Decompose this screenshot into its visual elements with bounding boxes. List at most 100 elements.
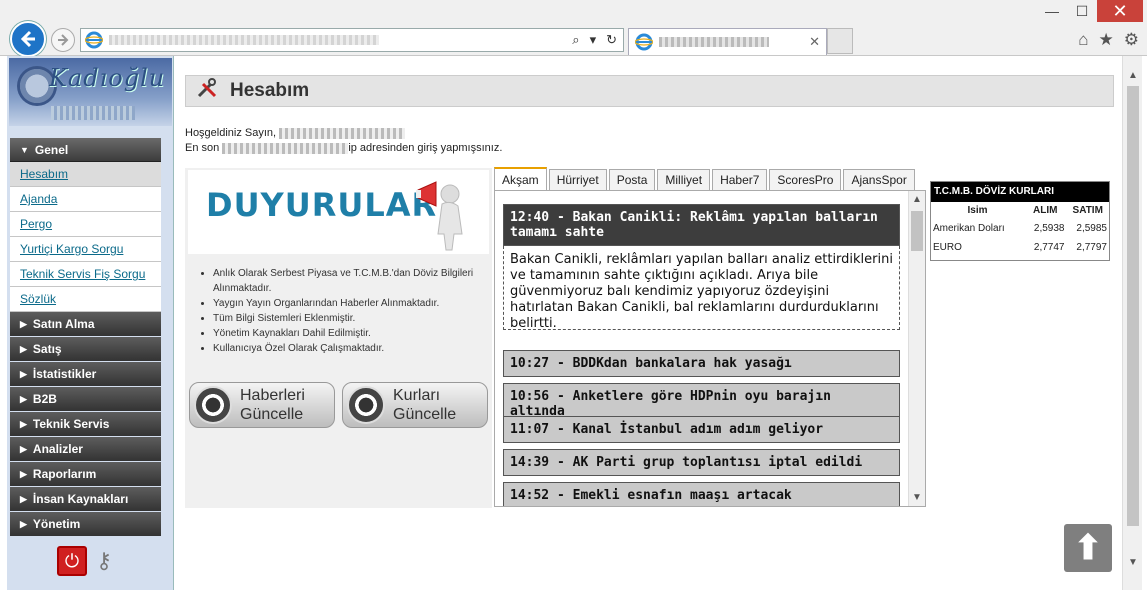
logo-text: Kadıoğlu — [49, 64, 166, 92]
sidebar-section-teknik-servis[interactable]: ▶ Teknik Servis — [10, 412, 161, 437]
news-scrollbar[interactable]: ▲ ▼ — [908, 191, 925, 506]
tab-posta[interactable]: Posta — [608, 169, 656, 190]
sidebar-section-satis[interactable]: ▶ Satış — [10, 337, 161, 362]
scroll-up-icon[interactable]: ▲ — [1128, 70, 1138, 81]
tab-milliyet[interactable]: Milliyet — [657, 169, 711, 190]
column-header: ALIM — [1033, 205, 1058, 216]
sidebar-section-istatistikler[interactable]: ▶ İstatistikler — [10, 362, 161, 387]
triangle-right-icon: ▶ — [20, 518, 27, 529]
browser-tools: ⌂ ★ ⚙ — [1078, 30, 1139, 50]
keys-icon[interactable]: ⚷ — [91, 546, 117, 576]
sell-rate: 2,7797 — [1076, 242, 1107, 253]
minimize-button[interactable]: — — [1037, 0, 1067, 22]
section-label: Analizler — [32, 442, 83, 456]
url-text — [109, 35, 379, 45]
tab-title — [659, 37, 769, 47]
forward-button[interactable] — [51, 28, 75, 52]
currency-title: T.C.M.B. DÖVİZ KURLARI — [931, 182, 1109, 202]
maximize-button[interactable]: ☐ — [1067, 0, 1097, 22]
triangle-right-icon: ▶ — [20, 493, 27, 504]
section-label: Teknik Servis — [32, 417, 110, 431]
section-label: Raporlarım — [32, 467, 97, 481]
scroll-up-icon[interactable]: ▲ — [912, 194, 922, 205]
button-label: Haberleri — [240, 387, 305, 404]
tab-aksam[interactable]: Akşam — [494, 167, 547, 190]
currency-name: Amerikan Doları — [933, 223, 1005, 234]
scroll-thumb[interactable] — [1127, 86, 1139, 526]
scroll-to-top-button[interactable]: ⬆ — [1064, 524, 1112, 572]
page-title: Hesabım — [230, 80, 310, 101]
section-label: Genel — [34, 142, 69, 157]
news-item-open[interactable]: 12:40 - Bakan Canikli: Reklâmı yapılan b… — [503, 204, 900, 246]
main-content: Hesabım Hoşgeldiniz Sayın, En son ip adr… — [176, 56, 1121, 590]
favorites-icon[interactable]: ★ — [1099, 30, 1114, 50]
news-item-body: Bakan Canikli, reklâmları yapılan ballar… — [503, 246, 900, 331]
currency-rates: Isim ALIM SATIM Amerikan Doları 2,5938 2… — [931, 202, 1109, 257]
refresh-circle-icon — [194, 386, 232, 424]
section-label: B2B — [32, 392, 57, 406]
button-label: Güncelle — [393, 406, 457, 423]
update-rates-button[interactable]: Kurları Güncelle — [342, 382, 488, 428]
sidebar-section-analizler[interactable]: ▶ Analizler — [10, 437, 161, 462]
announcement-item: Kullanıcıya Özel Olarak Çalışmaktadır. — [213, 341, 483, 356]
triangle-right-icon: ▶ — [20, 393, 27, 404]
currency-name: EURO — [933, 242, 962, 253]
sidebar-item-teknik-servis-sorgu[interactable]: Teknik Servis Fiş Sorgu — [10, 262, 161, 287]
announcement-item: Yönetim Kaynakları Dahil Edilmiştir. — [213, 326, 483, 341]
search-icon[interactable]: ⌕ — [572, 32, 579, 48]
tab-haber7[interactable]: Haber7 — [712, 169, 768, 190]
section-label: İstatistikler — [32, 367, 97, 381]
tab-scorespro[interactable]: ScoresPro — [769, 169, 842, 190]
sidebar-item-sozluk[interactable]: Sözlük — [10, 287, 161, 312]
news-item[interactable]: 10:27 - BDDKdan bankalara hak yasağı — [503, 350, 900, 377]
news-item[interactable]: 14:39 - AK Parti grup toplantısı iptal e… — [503, 449, 900, 476]
last-login-suffix: ip adresinden giriş yapmışsınız. — [348, 142, 503, 154]
page-scrollbar[interactable]: ▲ ▼ — [1122, 56, 1142, 590]
table-row: EURO 2,7747 2,7797 — [931, 238, 1109, 257]
sidebar-item-kargo-sorgu[interactable]: Yurtiçi Kargo Sorgu — [10, 237, 161, 262]
news-item[interactable]: 14:52 - Emekli esnafın maaşı artacak — [503, 482, 900, 506]
welcome-text: Hoşgeldiniz Sayın, En son ip adresinden … — [185, 126, 502, 156]
scroll-down-icon[interactable]: ▼ — [1128, 557, 1138, 568]
ie-icon — [85, 31, 103, 49]
address-bar[interactable]: ⌕ ▾ ↻ — [80, 28, 624, 52]
sidebar-section-insan-kaynaklari[interactable]: ▶ İnsan Kaynakları — [10, 487, 161, 512]
announcement-item: Anlık Olarak Serbest Piyasa ve T.C.M.B.'… — [213, 266, 483, 296]
announcement-item: Tüm Bilgi Sistemleri Eklenmiştir. — [213, 311, 483, 326]
sidebar-section-b2b[interactable]: ▶ B2B — [10, 387, 161, 412]
dropdown-icon[interactable]: ▾ — [590, 32, 597, 48]
forward-arrow-icon — [58, 34, 69, 46]
back-button[interactable] — [10, 21, 46, 57]
sidebar-section-yonetim[interactable]: ▶ Yönetim — [10, 512, 161, 537]
power-icon[interactable]: ⏻ — [57, 546, 87, 576]
browser-chrome: — ☐ ✕ ⌕ ▾ ↻ ✕ ⌂ ★ ⚙ — [0, 0, 1147, 57]
sidebar-section-raporlarim[interactable]: ▶ Raporlarım — [10, 462, 161, 487]
sidebar-item-ajanda[interactable]: Ajanda — [10, 187, 161, 212]
sidebar-section-satin-alma[interactable]: ▶ Satın Alma — [10, 312, 161, 337]
sidebar-section-genel[interactable]: ▼ Genel — [10, 138, 161, 162]
news-panel: 12:40 - Bakan Canikli: Reklâmı yapılan b… — [494, 190, 926, 507]
refresh-icon[interactable]: ↻ — [606, 32, 617, 48]
back-arrow-icon — [20, 30, 35, 48]
tab-ajansspor[interactable]: AjansSpor — [843, 169, 915, 190]
update-news-button[interactable]: Haberleri Güncelle — [189, 382, 335, 428]
address-controls: ⌕ ▾ ↻ — [572, 32, 617, 48]
announcements-list: Anlık Olarak Serbest Piyasa ve T.C.M.B.'… — [213, 266, 483, 356]
announcement-item: Yaygın Yayın Organlarından Haberler Alın… — [213, 296, 483, 311]
tab-close-icon[interactable]: ✕ — [809, 34, 820, 50]
new-tab-button[interactable] — [827, 28, 853, 54]
ie-icon — [635, 33, 653, 51]
sidebar-item-hesabim[interactable]: Hesabım — [10, 162, 161, 187]
buy-rate: 2,7747 — [1033, 242, 1065, 253]
triangle-down-icon: ▼ — [20, 144, 29, 155]
sidebar-item-pergo[interactable]: Pergo — [10, 212, 161, 237]
scroll-down-icon[interactable]: ▼ — [912, 492, 922, 503]
close-window-button[interactable]: ✕ — [1097, 0, 1143, 22]
tab-hurriyet[interactable]: Hürriyet — [548, 169, 607, 190]
table-row: Amerikan Doları 2,5938 2,5985 — [931, 219, 1109, 238]
browser-tab[interactable]: ✕ — [628, 28, 827, 55]
home-icon[interactable]: ⌂ — [1078, 30, 1088, 50]
news-item[interactable]: 11:07 - Kanal İstanbul adım adım geliyor — [503, 416, 900, 443]
gear-icon[interactable]: ⚙ — [1124, 30, 1139, 50]
scroll-thumb[interactable] — [911, 211, 923, 251]
